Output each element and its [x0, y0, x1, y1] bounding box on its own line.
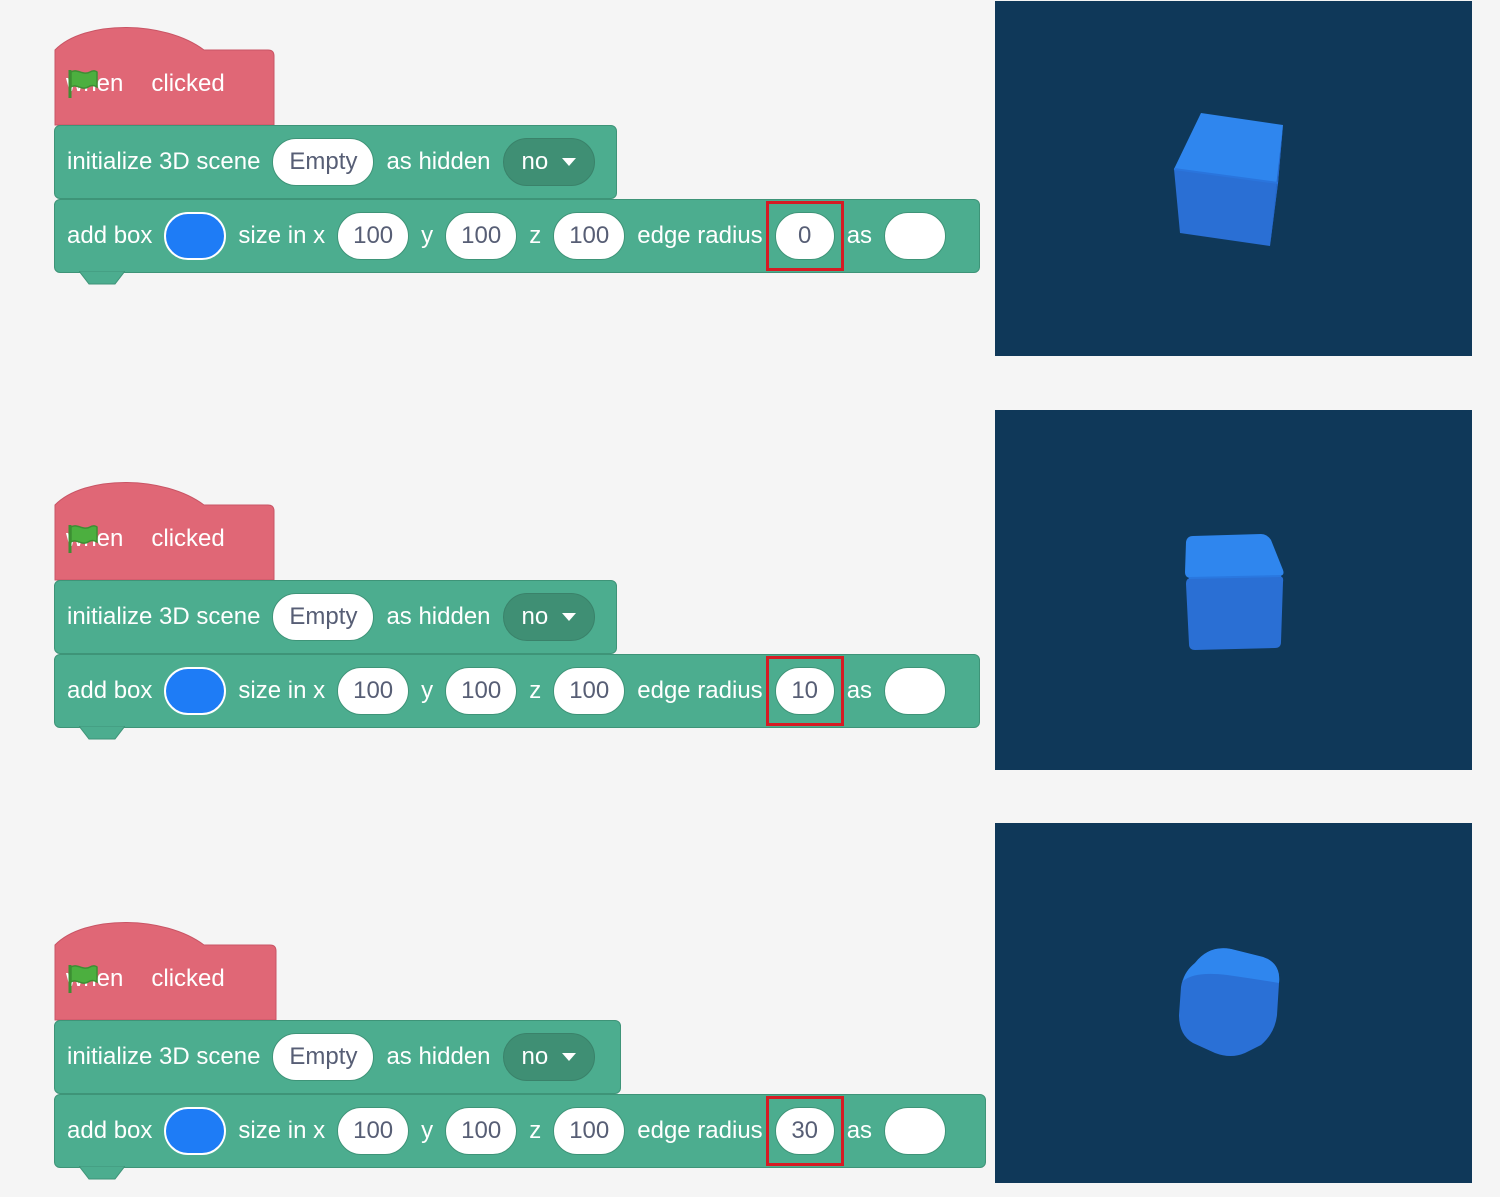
block-tab	[79, 271, 125, 285]
box-preview-shape	[1173, 113, 1283, 246]
block-tab	[79, 726, 125, 740]
edge-radius-label: edge radius	[637, 1117, 763, 1144]
edge-radius-label: edge radius	[637, 677, 763, 704]
hidden-value: no	[521, 603, 549, 630]
chevron-down-icon	[562, 613, 577, 621]
size-y-input[interactable]: 100	[445, 212, 518, 260]
z-label: z	[529, 1117, 542, 1144]
as-label: as	[846, 222, 873, 249]
z-label: z	[529, 677, 542, 704]
size-label: size in x	[238, 1117, 326, 1144]
size-z-input[interactable]: 100	[553, 1107, 626, 1155]
y-label: y	[421, 677, 434, 704]
scene-input[interactable]: Empty	[272, 138, 375, 186]
box-preview-shape	[1185, 534, 1284, 650]
as-label: as	[846, 677, 873, 704]
variable-input[interactable]	[884, 1107, 947, 1155]
as-label: as	[846, 1117, 873, 1144]
size-z-input[interactable]: 100	[553, 667, 626, 715]
size-y-input[interactable]: 100	[445, 667, 518, 715]
block-tab	[79, 1166, 125, 1180]
when-flag-clicked-block[interactable]: when clicked	[54, 921, 277, 1021]
variable-input[interactable]	[884, 667, 947, 715]
hidden-label: as hidden	[386, 148, 491, 175]
clicked-label: clicked	[151, 70, 225, 97]
add-box-label: add box	[67, 677, 153, 704]
init-label: initialize 3D scene	[67, 603, 261, 630]
edge-radius-highlight: 10	[765, 656, 844, 726]
add-box-label: add box	[67, 1117, 153, 1144]
highlight-box	[765, 1096, 844, 1166]
3d-preview-3	[995, 823, 1472, 1183]
variable-input[interactable]	[884, 212, 947, 260]
z-label: z	[529, 222, 542, 249]
add-box-block[interactable]: add box size in x 100 y 100 z 100 edge r…	[54, 1094, 986, 1180]
hidden-dropdown[interactable]: no	[502, 1033, 596, 1081]
when-flag-clicked-block[interactable]: when clicked	[54, 481, 275, 581]
box-preview-shape	[1179, 948, 1280, 1056]
add-box-label: add box	[67, 222, 153, 249]
add-box-block[interactable]: add box size in x 100 y 100 z 100 edge r…	[54, 654, 980, 740]
size-x-input[interactable]: 100	[337, 212, 410, 260]
highlight-box	[765, 656, 844, 726]
3d-preview-2	[995, 410, 1472, 770]
hidden-value: no	[521, 148, 549, 175]
size-label: size in x	[238, 222, 326, 249]
size-z-input[interactable]: 100	[553, 212, 626, 260]
edge-radius-highlight: 0	[765, 201, 844, 271]
clicked-label: clicked	[151, 965, 225, 992]
hidden-label: as hidden	[386, 603, 491, 630]
y-label: y	[421, 222, 434, 249]
y-label: y	[421, 1117, 434, 1144]
initialize-3d-scene-block[interactable]: initialize 3D scene Empty as hidden no	[54, 1020, 621, 1094]
size-x-input[interactable]: 100	[337, 667, 410, 715]
scene-input[interactable]: Empty	[272, 593, 375, 641]
chevron-down-icon	[562, 158, 577, 166]
scene-input[interactable]: Empty	[272, 1033, 375, 1081]
chevron-down-icon	[562, 1053, 577, 1061]
hidden-dropdown[interactable]: no	[502, 593, 596, 641]
init-label: initialize 3D scene	[67, 1043, 261, 1070]
when-flag-clicked-block[interactable]: when clicked	[54, 26, 275, 126]
box-color-picker[interactable]	[164, 1107, 227, 1155]
size-y-input[interactable]: 100	[445, 1107, 518, 1155]
3d-preview-1	[995, 1, 1472, 356]
size-label: size in x	[238, 677, 326, 704]
edge-radius-label: edge radius	[637, 222, 763, 249]
init-label: initialize 3D scene	[67, 148, 261, 175]
hidden-value: no	[521, 1043, 549, 1070]
box-color-picker[interactable]	[164, 212, 227, 260]
clicked-label: clicked	[151, 525, 225, 552]
edge-radius-highlight: 30	[765, 1096, 844, 1166]
initialize-3d-scene-block[interactable]: initialize 3D scene Empty as hidden no	[54, 580, 617, 654]
hidden-label: as hidden	[386, 1043, 491, 1070]
highlight-box	[765, 201, 844, 271]
hidden-dropdown[interactable]: no	[502, 138, 596, 186]
add-box-block[interactable]: add box size in x 100 y 100 z 100 edge r…	[54, 199, 980, 285]
initialize-3d-scene-block[interactable]: initialize 3D scene Empty as hidden no	[54, 125, 617, 199]
box-color-picker[interactable]	[164, 667, 227, 715]
size-x-input[interactable]: 100	[337, 1107, 410, 1155]
